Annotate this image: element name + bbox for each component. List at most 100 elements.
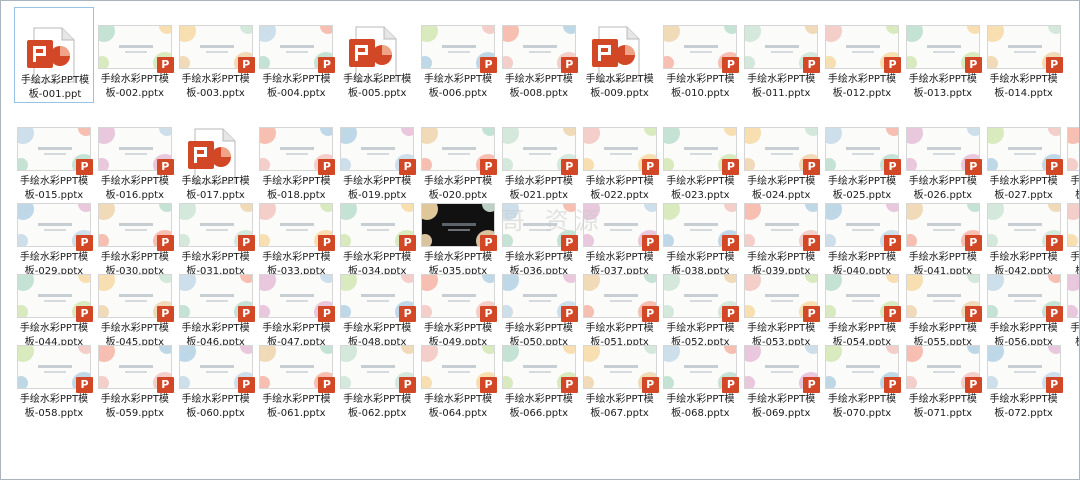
file-item[interactable]: P 手绘水彩PPT模 板-006.pptx [418,7,498,103]
file-item[interactable]: P 手绘水彩PPT模 板-068.pptx [660,327,740,423]
watercolor-flower-decoration [239,204,252,212]
file-item[interactable]: P 手绘水彩PPT模 板-071.pptx [903,327,983,423]
watercolor-flower-decoration [341,204,358,220]
slide-title-placeholder [684,147,719,150]
powerpoint-badge-icon: P [1045,235,1063,251]
file-thumbnail: P [663,345,740,393]
file-name-line1: 手绘水彩PPT模 [423,74,493,85]
powerpoint-badge-icon: P [803,57,821,73]
slide-subtitle-placeholder [367,300,390,302]
slide-subtitle-placeholder [1013,229,1036,231]
file-item[interactable]: 手绘水彩PPT模 板-001.ppt [14,7,94,103]
watercolor-flower-decoration [341,158,352,170]
file-item[interactable]: P 手绘水彩PPT模 板-072.pptx [984,327,1064,423]
powerpoint-badge-icon: P [722,57,740,73]
file-name: 手绘水彩PPT模 板-003.pptx [176,73,256,101]
watercolor-flower-decoration [422,234,432,246]
file-item[interactable]: P 手绘水彩PPT模 板-002.pptx [95,7,175,103]
watercolor-flower-decoration [906,56,917,68]
file-item[interactable]: P 手绘水彩PPT模 板-066.pptx [499,327,579,423]
file-item[interactable]: P 手绘水彩PPT模 板-057.pptx [1064,256,1079,352]
file-name-line2: 板-004.pptx [267,88,326,99]
watercolor-flower-decoration [826,56,836,68]
file-item[interactable]: P 手绘水彩PPT模 板-004.pptx [256,7,336,103]
file-thumbnail: P [501,345,578,393]
file-thumbnail: P [340,203,417,251]
slide-title-placeholder [280,223,315,226]
file-name-line2: 板-003.pptx [186,88,245,99]
powerpoint-badge-icon: P [237,306,255,322]
file-item[interactable]: P 手绘水彩PPT模 板-008.pptx [499,7,579,103]
watercolor-flower-decoration [643,204,656,212]
watercolor-flower-decoration [260,204,277,220]
watercolor-flower-decoration [745,275,762,291]
watercolor-flower-decoration [401,346,414,354]
file-item[interactable]: P 手绘水彩PPT模 板-062.pptx [337,327,417,423]
file-item[interactable]: P 手绘水彩PPT模 板-069.pptx [741,327,821,423]
slide-subtitle-placeholder [528,51,551,53]
file-item[interactable]: P 手绘水彩PPT模 板-070.pptx [822,327,902,423]
watercolor-flower-decoration [987,234,998,246]
file-item[interactable]: P 手绘水彩PPT模 板-059.pptx [95,327,175,423]
watercolor-flower-decoration [805,275,818,283]
slide-title-placeholder [765,147,800,150]
file-name-line1: 手绘水彩PPT模 [100,74,169,85]
slide-title-placeholder [118,365,153,368]
file-name-line2: 板-005.pptx [347,88,407,99]
slide-title-placeholder [522,45,557,48]
watercolor-flower-decoration [239,346,252,354]
slide-subtitle-placeholder [205,300,228,302]
file-item[interactable]: 手绘水彩PPT模 板-009.pptx [580,7,660,103]
watercolor-flower-decoration [805,26,818,34]
watercolor-flower-decoration [886,346,898,354]
file-thumbnail: P [986,345,1063,393]
slide-subtitle-placeholder [124,300,147,302]
file-name-line1: 手绘水彩PPT模 [989,74,1058,85]
file-name: 手绘水彩PPT模 板-064.pptx [418,393,498,421]
file-name: 手绘水彩PPT模 板-001.ppt [15,74,95,102]
watercolor-flower-decoration [724,204,737,212]
watercolor-flower-decoration [18,128,34,144]
file-item[interactable]: P 手绘水彩PPT模 板-012.pptx [822,7,902,103]
watercolor-flower-decoration [239,26,252,34]
file-item[interactable]: P 手绘水彩PPT模 板-003.pptx [176,7,256,103]
file-thumbnail: P [17,274,93,322]
watercolor-flower-decoration [987,26,1004,42]
file-item[interactable]: P 手绘水彩PPT模 板-010.pptx [660,7,740,103]
slide-subtitle-placeholder [286,300,309,302]
slide-title-placeholder [442,294,476,297]
powerpoint-badge-icon: P [560,377,578,393]
file-item[interactable]: P 手绘水彩PPT模 板-067.pptx [580,327,660,423]
slide-subtitle-placeholder [528,153,551,155]
file-thumbnail: P [17,345,93,393]
slide-subtitle-placeholder [1013,300,1036,302]
watercolor-flower-decoration [422,158,432,170]
file-item[interactable]: P 手绘水彩PPT模 板-064.pptx [418,327,498,423]
file-item[interactable]: P 手绘水彩PPT模 板-014.pptx [984,7,1064,103]
powerpoint-badge-icon: P [1045,306,1063,322]
file-item[interactable]: P 手绘水彩PPT模 板-011.pptx [741,7,821,103]
watercolor-flower-decoration [502,158,513,170]
file-item[interactable]: 手绘水彩PPT模 板-005.pptx [337,7,417,103]
slide-subtitle-placeholder [286,51,309,53]
slide-title-placeholder [442,365,476,368]
file-name-line1: 手绘水彩PPT模 [19,394,89,405]
slide-subtitle-placeholder [852,371,874,373]
watercolor-flower-decoration [260,234,271,246]
file-name-line1: 手绘水彩PPT模 [181,394,250,405]
watercolor-flower-decoration [502,346,519,362]
slide-title-placeholder [684,365,719,368]
watercolor-flower-decoration [98,204,115,220]
file-item[interactable]: P 手绘水彩PPT模 板-058.pptx [14,327,94,423]
watercolor-flower-decoration [482,346,494,354]
slide-subtitle-placeholder [205,371,228,373]
powerpoint-badge-icon: P [480,57,497,73]
file-item[interactable]: P 手绘水彩PPT模 板-061.pptx [256,327,336,423]
file-item[interactable]: P 手绘水彩PPT模 板-013.pptx [903,7,983,103]
slide-title-placeholder [280,147,315,150]
file-item[interactable]: P 手绘水彩PPT模 板-060.pptx [176,327,256,423]
file-thumbnail: P [825,203,901,251]
file-name: 手绘水彩PPT模 板-011.pptx [741,73,821,101]
watercolor-flower-decoration [745,234,756,246]
powerpoint-badge-icon: P [722,159,740,175]
